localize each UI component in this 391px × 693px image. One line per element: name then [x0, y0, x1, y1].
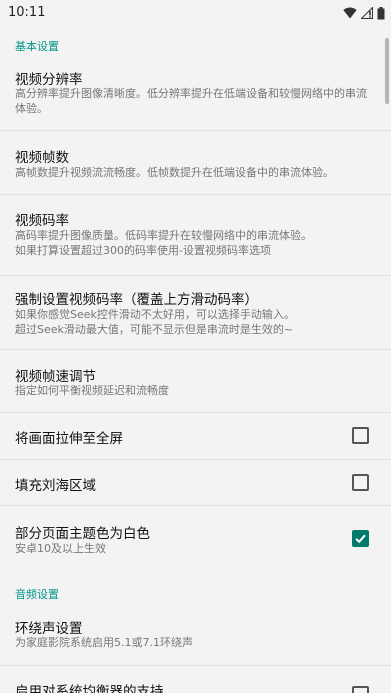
pref-title: 部分页面主题色为白色: [15, 526, 150, 542]
pref-video-bitrate[interactable]: 视频码率 高码率提升图像质量。低码率提升在较慢网络中的串流体验。 如果打算设置超…: [0, 195, 391, 275]
section-header-basic: 基本设置: [15, 40, 59, 53]
pref-surround[interactable]: 环绕声设置 为家庭影院系统启用5.1或7.1环绕声: [0, 605, 391, 665]
pref-title: 强制设置视频码率（覆盖上方滑动码率）: [15, 292, 258, 308]
status-bar: 10:11: [0, 0, 391, 26]
section-header-audio: 音频设置: [15, 588, 59, 601]
pref-force-bitrate[interactable]: 强制设置视频码率（覆盖上方滑动码率） 如果你感觉Seek控件滑动不太好用，可以选…: [0, 276, 391, 349]
notch-checkbox[interactable]: [352, 474, 369, 491]
pref-title: 启用对系统均衡器的支持: [15, 684, 164, 693]
pref-title: 视频分辨率: [15, 72, 83, 88]
pref-title: 填充刘海区域: [15, 478, 96, 494]
pref-summary: 如果打算设置超过300的码率使用-设置视频码率选项: [15, 244, 271, 257]
wifi-icon: [343, 7, 357, 19]
pref-fill-notch[interactable]: 填充刘海区域: [0, 460, 391, 505]
pref-title: 环绕声设置: [15, 621, 83, 637]
sim-no-service-icon: [361, 7, 373, 19]
pref-white-theme[interactable]: 部分页面主题色为白色 安卓10及以上生效: [0, 506, 391, 569]
stretch-checkbox[interactable]: [352, 427, 369, 444]
pref-summary: 安卓10及以上生效: [15, 542, 106, 555]
battery-icon: [377, 6, 385, 19]
pref-title: 视频码率: [15, 213, 69, 229]
pref-summary: 如果你感觉Seek控件滑动不太好用，可以选择手动输入。: [15, 308, 295, 321]
pref-summary: 高分辨率提升图像清晰度。低分辨率提升在低端设备和较慢网络中的串流体验。: [15, 87, 367, 115]
status-time: 10:11: [8, 5, 46, 20]
pref-summary: 超过Seek滑动最大值，可能不显示但是串流时是生效的~: [15, 323, 294, 336]
white-theme-checkbox[interactable]: [352, 530, 369, 547]
pref-video-resolution[interactable]: 视频分辨率 高分辨率提升图像清晰度。低分辨率提升在低端设备和较慢网络中的串流体验…: [0, 60, 391, 130]
pref-equalizer[interactable]: 启用对系统均衡器的支持: [0, 666, 391, 693]
pref-summary: 为家庭影院系统启用5.1或7.1环绕声: [15, 636, 193, 649]
pref-summary: 指定如何平衡视频延迟和流畅度: [15, 384, 169, 397]
pref-summary: 高帧数提升视频流流畅度。低帧数提升在低端设备中的串流体验。: [15, 166, 334, 179]
pref-title: 视频帧速调节: [15, 369, 96, 385]
status-icons: [343, 6, 385, 20]
pref-summary: 高码率提升图像质量。低码率提升在较慢网络中的串流体验。: [15, 229, 312, 242]
pref-title: 视频帧数: [15, 150, 69, 166]
pref-title: 将画面拉伸至全屏: [15, 431, 123, 447]
checkmark-icon: [355, 534, 366, 544]
pref-frame-pacing[interactable]: 视频帧速调节 指定如何平衡视频延迟和流畅度: [0, 350, 391, 412]
pref-video-fps[interactable]: 视频帧数 高帧数提升视频流流畅度。低帧数提升在低端设备中的串流体验。: [0, 131, 391, 194]
pref-stretch-fullscreen[interactable]: 将画面拉伸至全屏: [0, 413, 391, 459]
equalizer-checkbox[interactable]: [352, 686, 369, 693]
